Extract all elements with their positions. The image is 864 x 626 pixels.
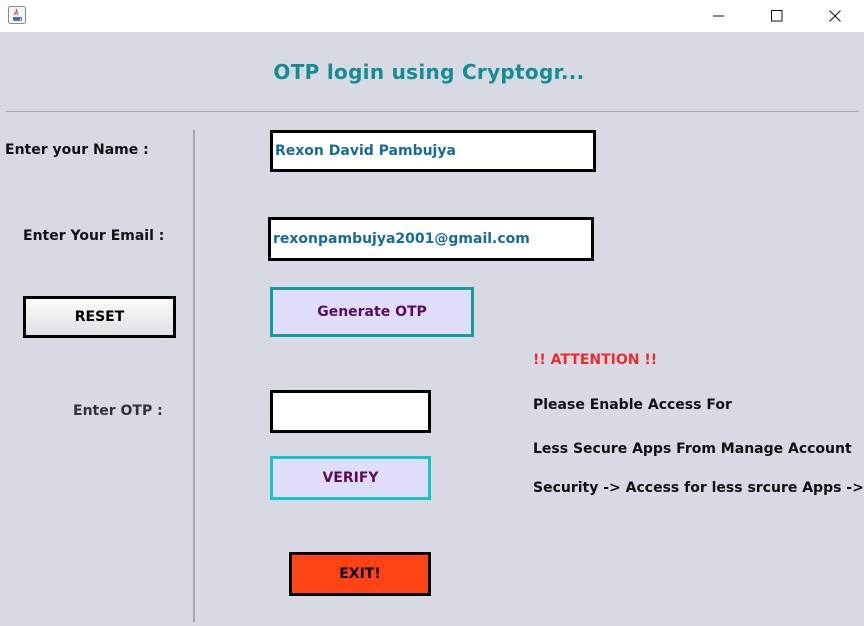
column-divider (193, 130, 195, 622)
notice-line-1: Please Enable Access For (533, 397, 732, 413)
otp-input[interactable] (270, 390, 431, 433)
exit-button[interactable]: EXIT! (289, 552, 431, 596)
java-coffee-icon (8, 6, 26, 24)
attention-heading: !! ATTENTION !! (533, 352, 658, 368)
header-divider (6, 111, 859, 112)
close-window-button[interactable] (806, 0, 864, 32)
notice-line-3: Security -> Access for less srcure Apps … (533, 480, 864, 496)
reset-button[interactable]: RESET (23, 296, 176, 338)
notice-line-2: Less Secure Apps From Manage Account (533, 441, 852, 457)
minimize-button[interactable] (690, 0, 748, 32)
email-input[interactable] (268, 217, 594, 261)
page-title: OTP login using Cryptogr... (273, 60, 585, 84)
maximize-icon (771, 7, 783, 26)
main-panel: OTP login using Cryptogr... Enter your N… (0, 32, 864, 626)
otp-label: Enter OTP : (73, 403, 163, 419)
title-bar (0, 0, 864, 32)
maximize-button[interactable] (748, 0, 806, 32)
minimize-icon (713, 7, 725, 26)
close-icon (829, 7, 841, 26)
verify-button[interactable]: VERIFY (270, 456, 431, 500)
name-input[interactable] (270, 130, 596, 172)
name-label: Enter your Name : (5, 142, 149, 158)
generate-otp-button[interactable]: Generate OTP (270, 287, 474, 337)
email-label: Enter Your Email : (23, 228, 165, 244)
